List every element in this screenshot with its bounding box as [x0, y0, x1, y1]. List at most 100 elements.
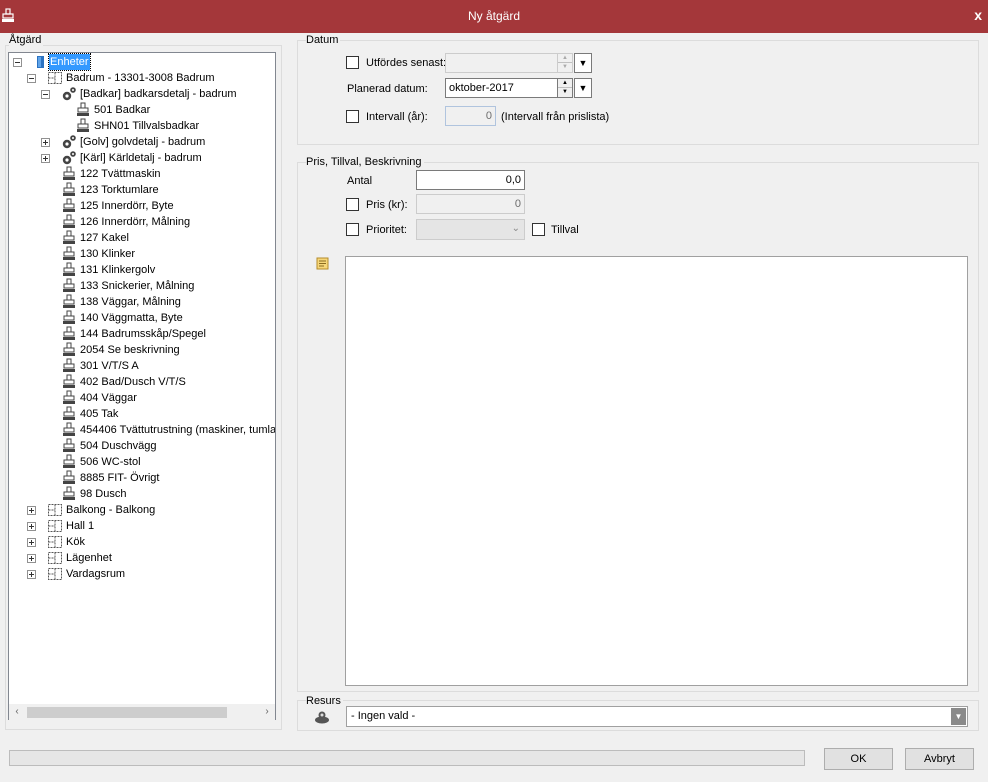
- tree-node-label[interactable]: 140 Väggmatta, Byte: [79, 310, 184, 326]
- tree-node[interactable]: 126 Innerdörr, Målning: [9, 214, 275, 230]
- tree-horizontal-scrollbar[interactable]: ‹ ›: [9, 704, 275, 720]
- tree-node-label[interactable]: 127 Kakel: [79, 230, 130, 246]
- tree-node-label[interactable]: 126 Innerdörr, Målning: [79, 214, 191, 230]
- planerad-date-field[interactable]: oktober-2017: [445, 78, 558, 98]
- tree-node-label[interactable]: Enheter: [48, 53, 91, 71]
- tree-node-label[interactable]: 301 V/T/S A: [79, 358, 140, 374]
- tree-node-label[interactable]: [Golv] golvdetalj - badrum: [79, 134, 206, 150]
- tree-node[interactable]: SHN01 Tillvalsbadkar: [9, 118, 275, 134]
- expand-icon[interactable]: [27, 538, 36, 547]
- tree-node-label[interactable]: 2054 Se beskrivning: [79, 342, 181, 358]
- tree-node-label[interactable]: 402 Bad/Dusch V/T/S: [79, 374, 187, 390]
- tree-node-label[interactable]: Kök: [65, 534, 86, 550]
- expand-icon[interactable]: [27, 522, 36, 531]
- utfordes-dropdown-button[interactable]: ▼: [574, 53, 592, 73]
- prioritet-checkbox[interactable]: [346, 223, 359, 236]
- tree-node-label[interactable]: 122 Tvättmaskin: [79, 166, 162, 182]
- description-textarea[interactable]: [345, 256, 968, 686]
- spin-down-icon[interactable]: ▼: [558, 88, 572, 97]
- tree-node[interactable]: 122 Tvättmaskin: [9, 166, 275, 182]
- tree-node[interactable]: 140 Väggmatta, Byte: [9, 310, 275, 326]
- tree-node-label[interactable]: 131 Klinkergolv: [79, 262, 156, 278]
- tree-node[interactable]: Vardagsrum: [9, 566, 275, 582]
- collapse-icon[interactable]: [41, 90, 50, 99]
- tree-node[interactable]: Hall 1: [9, 518, 275, 534]
- utfordes-checkbox[interactable]: [346, 56, 359, 69]
- expand-icon[interactable]: [41, 154, 50, 163]
- intervall-checkbox[interactable]: [346, 110, 359, 123]
- tree-node[interactable]: 130 Klinker: [9, 246, 275, 262]
- tree-node-label[interactable]: Badrum - 13301-3008 Badrum: [65, 70, 216, 86]
- tree-node-label[interactable]: 454406 Tvättutrustning (maskiner, tumlar…: [79, 422, 275, 438]
- tree-node-label[interactable]: 404 Väggar: [79, 390, 138, 406]
- spin-down-icon[interactable]: ▼: [558, 63, 572, 72]
- antal-field[interactable]: 0,0: [416, 170, 525, 190]
- scroll-right-arrow-icon[interactable]: ›: [259, 704, 275, 720]
- collapse-icon[interactable]: [13, 58, 22, 67]
- close-button[interactable]: x: [974, 7, 982, 23]
- chevron-down-icon[interactable]: ▼: [951, 708, 966, 725]
- tree-node[interactable]: 144 Badrumsskåp/Spegel: [9, 326, 275, 342]
- tree-node[interactable]: 138 Väggar, Målning: [9, 294, 275, 310]
- tree-node-label[interactable]: 405 Tak: [79, 406, 119, 422]
- pris-field[interactable]: 0: [416, 194, 525, 214]
- tree-node-label[interactable]: Lägenhet: [65, 550, 113, 566]
- tree-node-label[interactable]: 501 Badkar: [93, 102, 151, 118]
- tree-node[interactable]: 123 Torktumlare: [9, 182, 275, 198]
- pris-checkbox[interactable]: [346, 198, 359, 211]
- expand-icon[interactable]: [41, 138, 50, 147]
- tree-node-label[interactable]: SHN01 Tillvalsbadkar: [93, 118, 200, 134]
- tree-node-label[interactable]: Balkong - Balkong: [65, 502, 156, 518]
- tree-node-label[interactable]: 130 Klinker: [79, 246, 136, 262]
- intervall-field[interactable]: 0: [445, 106, 496, 126]
- tree-node[interactable]: Enheter: [9, 53, 275, 71]
- tree-node[interactable]: 8885 FIT- Övrigt: [9, 470, 275, 486]
- tree-node[interactable]: Kök: [9, 534, 275, 550]
- tree-node-label[interactable]: 506 WC-stol: [79, 454, 142, 470]
- planerad-dropdown-button[interactable]: ▼: [574, 78, 592, 98]
- tree-node[interactable]: 131 Klinkergolv: [9, 262, 275, 278]
- tree-node[interactable]: 125 Innerdörr, Byte: [9, 198, 275, 214]
- tree-node[interactable]: 133 Snickerier, Målning: [9, 278, 275, 294]
- tree-node-label[interactable]: 504 Duschvägg: [79, 438, 157, 454]
- resurs-dropdown[interactable]: - Ingen vald - ▼: [346, 706, 968, 727]
- tree-node-label[interactable]: 125 Innerdörr, Byte: [79, 198, 175, 214]
- tree-node[interactable]: 127 Kakel: [9, 230, 275, 246]
- tree-node-label[interactable]: 123 Torktumlare: [79, 182, 160, 198]
- scrollbar-thumb[interactable]: [27, 707, 227, 718]
- tree-node[interactable]: 402 Bad/Dusch V/T/S: [9, 374, 275, 390]
- tree-node-label[interactable]: 133 Snickerier, Målning: [79, 278, 195, 294]
- tree-node-label[interactable]: [Badkar] badkarsdetalj - badrum: [79, 86, 238, 102]
- ok-button[interactable]: OK: [824, 748, 893, 770]
- tree-node[interactable]: [Kärl] Kärldetalj - badrum: [9, 150, 275, 166]
- tree-node[interactable]: [Badkar] badkarsdetalj - badrum: [9, 86, 275, 102]
- prioritet-dropdown[interactable]: ⌄: [416, 219, 525, 240]
- tree-node[interactable]: Lägenhet: [9, 550, 275, 566]
- tree-node-label[interactable]: Hall 1: [65, 518, 95, 534]
- tree-node-label[interactable]: 98 Dusch: [79, 486, 127, 502]
- tree-node[interactable]: 504 Duschvägg: [9, 438, 275, 454]
- tree-node[interactable]: 98 Dusch: [9, 486, 275, 502]
- atgard-tree[interactable]: Enheter Badrum - 13301-3008 Badrum [Badkar…: [8, 52, 276, 720]
- tree-node[interactable]: 405 Tak: [9, 406, 275, 422]
- tree-node[interactable]: Balkong - Balkong: [9, 502, 275, 518]
- tree-node-label[interactable]: [Kärl] Kärldetalj - badrum: [79, 150, 203, 166]
- expand-icon[interactable]: [27, 506, 36, 515]
- utfordes-spinner[interactable]: ▲ ▼: [557, 53, 573, 73]
- expand-icon[interactable]: [27, 554, 36, 563]
- tree-node[interactable]: Badrum - 13301-3008 Badrum: [9, 70, 275, 86]
- tree-node[interactable]: [Golv] golvdetalj - badrum: [9, 134, 275, 150]
- tree-node[interactable]: 2054 Se beskrivning: [9, 342, 275, 358]
- tree-node-label[interactable]: 8885 FIT- Övrigt: [79, 470, 160, 486]
- spin-up-icon[interactable]: ▲: [558, 79, 572, 88]
- tree-node[interactable]: 404 Väggar: [9, 390, 275, 406]
- tree-node-label[interactable]: 144 Badrumsskåp/Spegel: [79, 326, 207, 342]
- tree-node[interactable]: 506 WC-stol: [9, 454, 275, 470]
- spin-up-icon[interactable]: ▲: [558, 54, 572, 63]
- tree-node-label[interactable]: 138 Väggar, Målning: [79, 294, 182, 310]
- scroll-left-arrow-icon[interactable]: ‹: [9, 704, 25, 720]
- utfordes-date-field[interactable]: [445, 53, 558, 73]
- planerad-spinner[interactable]: ▲ ▼: [557, 78, 573, 98]
- tree-node[interactable]: 454406 Tvättutrustning (maskiner, tumlar…: [9, 422, 275, 438]
- tree-node[interactable]: 301 V/T/S A: [9, 358, 275, 374]
